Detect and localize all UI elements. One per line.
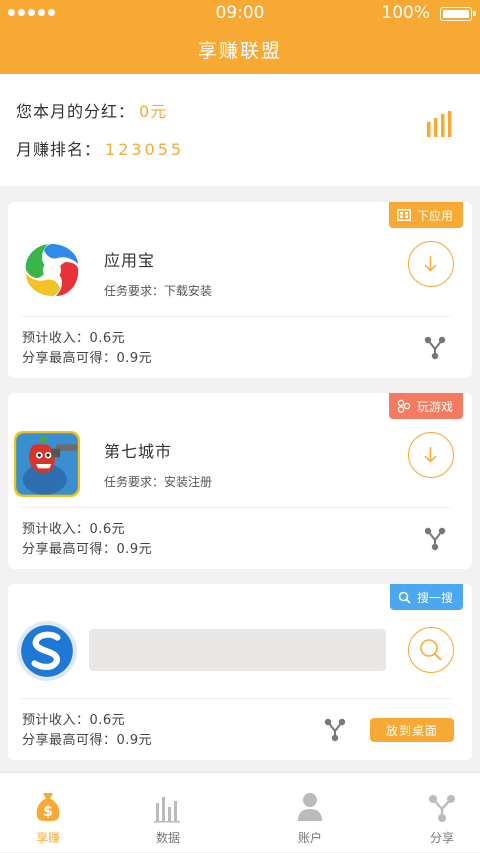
rank-row: 月赚排名： 123055	[16, 136, 184, 160]
person-icon	[298, 793, 322, 821]
dividend-row: 您本月的分红： 0元	[16, 98, 167, 122]
battery-icon	[440, 7, 476, 21]
game-icon	[397, 399, 411, 413]
tab-earn[interactable]: $ 享赚	[0, 773, 96, 853]
game-character-icon	[14, 431, 80, 497]
sogou-logo-icon	[17, 621, 77, 681]
share-max-income: 分享最高可得：0.9元	[22, 733, 153, 748]
task-card-search[interactable]: 搜一搜 预计收入：0.6元 分享最高可得：0.9元 放到桌面	[8, 584, 472, 760]
badge-download-app: 下应用	[388, 202, 463, 228]
download-button[interactable]	[408, 432, 454, 478]
expected-income: 预计收入：0.6元	[22, 331, 126, 346]
download-button[interactable]	[408, 241, 454, 287]
battery-percentage: 100%	[381, 3, 430, 23]
badge-label: 下应用	[416, 208, 453, 223]
share-icon[interactable]	[424, 527, 446, 551]
rank-value: 123055	[105, 140, 185, 159]
income-info: 预计收入：0.6元 分享最高可得：0.9元	[22, 329, 152, 369]
task-requirement: 任务要求：安装注册	[104, 475, 213, 489]
tab-share[interactable]: 分享	[394, 773, 480, 853]
dividend-label: 您本月的分红：	[16, 102, 136, 121]
app-grid-icon	[396, 209, 411, 221]
share-icon[interactable]	[324, 718, 346, 742]
share-max-income: 分享最高可得：0.9元	[22, 351, 153, 366]
bar-chart-icon[interactable]	[426, 110, 454, 138]
status-bar: 09:00 100%	[0, 0, 480, 26]
income-info: 预计收入：0.6元 分享最高可得：0.9元	[22, 520, 152, 560]
earnings-summary: 您本月的分红： 0元 月赚排名： 123055	[0, 74, 480, 186]
expected-income: 预计收入：0.6元	[22, 522, 126, 537]
money-bag-icon: $	[36, 793, 60, 822]
yingyongbao-logo-icon	[25, 244, 79, 296]
search-icon	[420, 639, 442, 661]
tab-label: 分享	[429, 831, 454, 845]
tab-label: 账户	[297, 831, 322, 845]
add-to-desktop-button[interactable]: 放到桌面	[370, 718, 454, 742]
badge-search: 搜一搜	[389, 584, 463, 610]
download-arrow-icon	[424, 256, 437, 272]
share-icon[interactable]	[424, 336, 446, 360]
card-divider	[22, 316, 450, 317]
badge-label: 搜一搜	[416, 590, 453, 605]
card-divider	[22, 507, 450, 508]
rank-label: 月赚排名：	[16, 140, 102, 159]
dividend-value: 0元	[139, 102, 168, 121]
search-icon	[398, 591, 411, 604]
income-info: 预计收入：0.6元 分享最高可得：0.9元	[22, 711, 152, 751]
card-divider	[22, 698, 450, 699]
app-name: 应用宝	[104, 251, 156, 270]
page-title: 享赚联盟	[197, 40, 282, 62]
badge-play-game: 玩游戏	[388, 393, 463, 419]
task-requirement: 任务要求：下载安装	[104, 284, 213, 298]
svg-text:$: $	[43, 804, 53, 820]
tab-data[interactable]: 数据	[120, 773, 216, 853]
download-arrow-icon	[424, 447, 437, 463]
search-button[interactable]	[408, 627, 454, 673]
badge-label: 玩游戏	[416, 399, 453, 414]
search-input[interactable]	[89, 629, 386, 671]
share-icon	[429, 795, 455, 822]
app-name: 第七城市	[104, 442, 173, 461]
bar-chart-icon	[154, 797, 180, 823]
tab-label: 数据	[155, 831, 180, 845]
share-max-income: 分享最高可得：0.9元	[22, 542, 153, 557]
app-header: 09:00 100% 享赚联盟	[0, 0, 480, 74]
tab-label: 享赚	[35, 831, 60, 845]
expected-income: 预计收入：0.6元	[22, 713, 126, 728]
tab-account[interactable]: 账户	[262, 773, 358, 853]
bottom-tab-bar: $ 享赚 数据 账户 分享	[0, 772, 480, 852]
task-card-yingyongbao[interactable]: 下应用 应用宝 任务要求：下载安装 预计收入：0.6元 分享最高可得：0.9元	[8, 202, 472, 378]
task-card-diqichengshi[interactable]: 玩游戏 第七城市 任务要求：安装注册 预计收入：0.6元 分享最高可得：0.9元	[8, 393, 472, 569]
